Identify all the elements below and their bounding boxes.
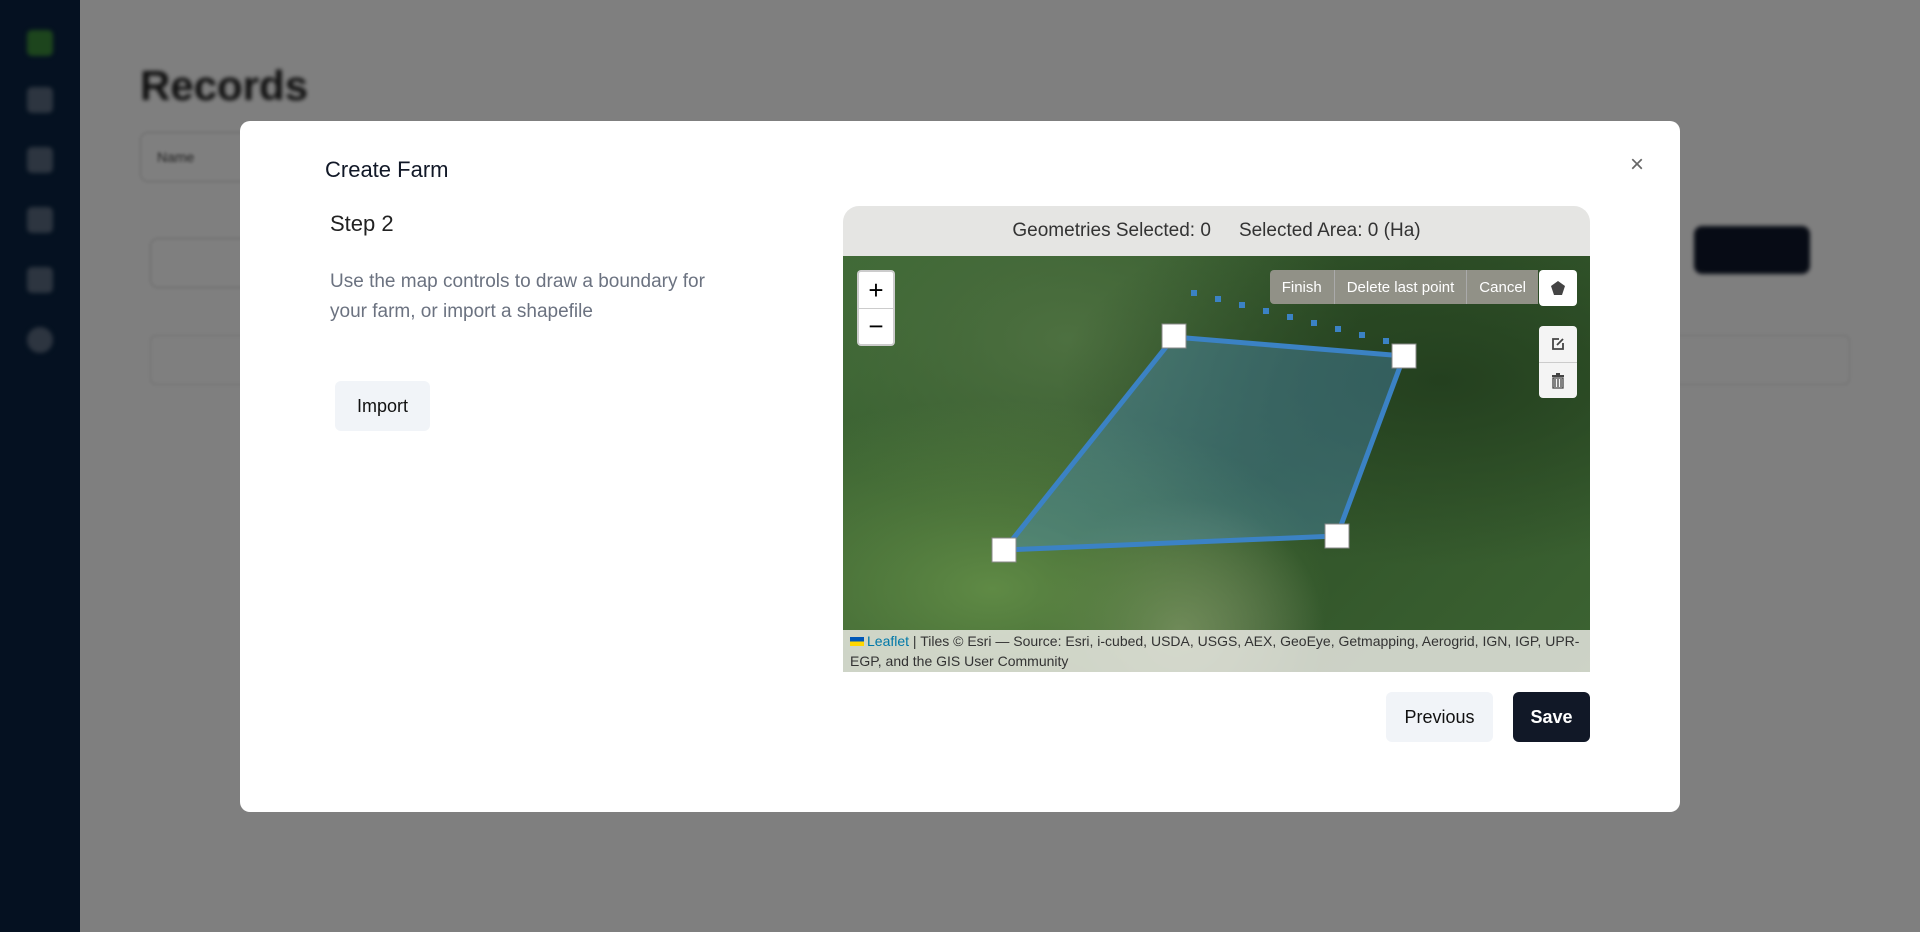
polygon-icon[interactable]: [1539, 270, 1577, 306]
finish-button[interactable]: Finish: [1270, 270, 1334, 304]
ukraine-flag-icon: [850, 637, 864, 646]
leaflet-link[interactable]: Leaflet: [867, 633, 909, 649]
create-farm-modal: Create Farm × Step 2 Use the map control…: [240, 121, 1680, 812]
modal-title: Create Farm: [325, 157, 449, 182]
cancel-draw-button[interactable]: Cancel: [1466, 270, 1538, 304]
selected-area: Selected Area: 0 (Ha): [1238, 220, 1421, 241]
trash-icon[interactable]: [1539, 362, 1577, 398]
drawn-polygon: [998, 334, 1408, 553]
map-attribution: Leaflet | Tiles © Esri — Source: Esri, i…: [843, 630, 1590, 672]
import-button[interactable]: Import: [335, 381, 430, 431]
zoom-out-button[interactable]: −: [859, 308, 893, 344]
step-description: Use the map controls to draw a boundary …: [330, 271, 705, 322]
previous-button[interactable]: Previous: [1386, 692, 1493, 742]
map-container: Geometries Selected: 0 Selected Area: 0 …: [843, 206, 1590, 672]
edit-toolbar: [1539, 326, 1577, 398]
map-stats: Geometries Selected: 0 Selected Area: 0 …: [843, 206, 1590, 256]
geometries-selected: Geometries Selected: 0: [1012, 220, 1211, 241]
delete-last-point-button[interactable]: Delete last point: [1333, 270, 1467, 304]
save-button[interactable]: Save: [1513, 692, 1590, 742]
step-label: Step 2: [330, 211, 394, 236]
zoom-control: + −: [857, 270, 895, 346]
draw-actions: Finish Delete last point Cancel: [1269, 270, 1538, 304]
map-canvas[interactable]: + − Finish Delete last point Cancel Leaf…: [843, 256, 1590, 672]
zoom-in-button[interactable]: +: [859, 272, 893, 308]
draw-toolbar: [1539, 270, 1577, 306]
close-icon[interactable]: ×: [1630, 151, 1644, 179]
drawn-polygon-layer: [991, 290, 1417, 563]
edit-icon[interactable]: [1539, 326, 1577, 362]
attribution-text: | Tiles © Esri — Source: Esri, i-cubed, …: [850, 633, 1580, 669]
